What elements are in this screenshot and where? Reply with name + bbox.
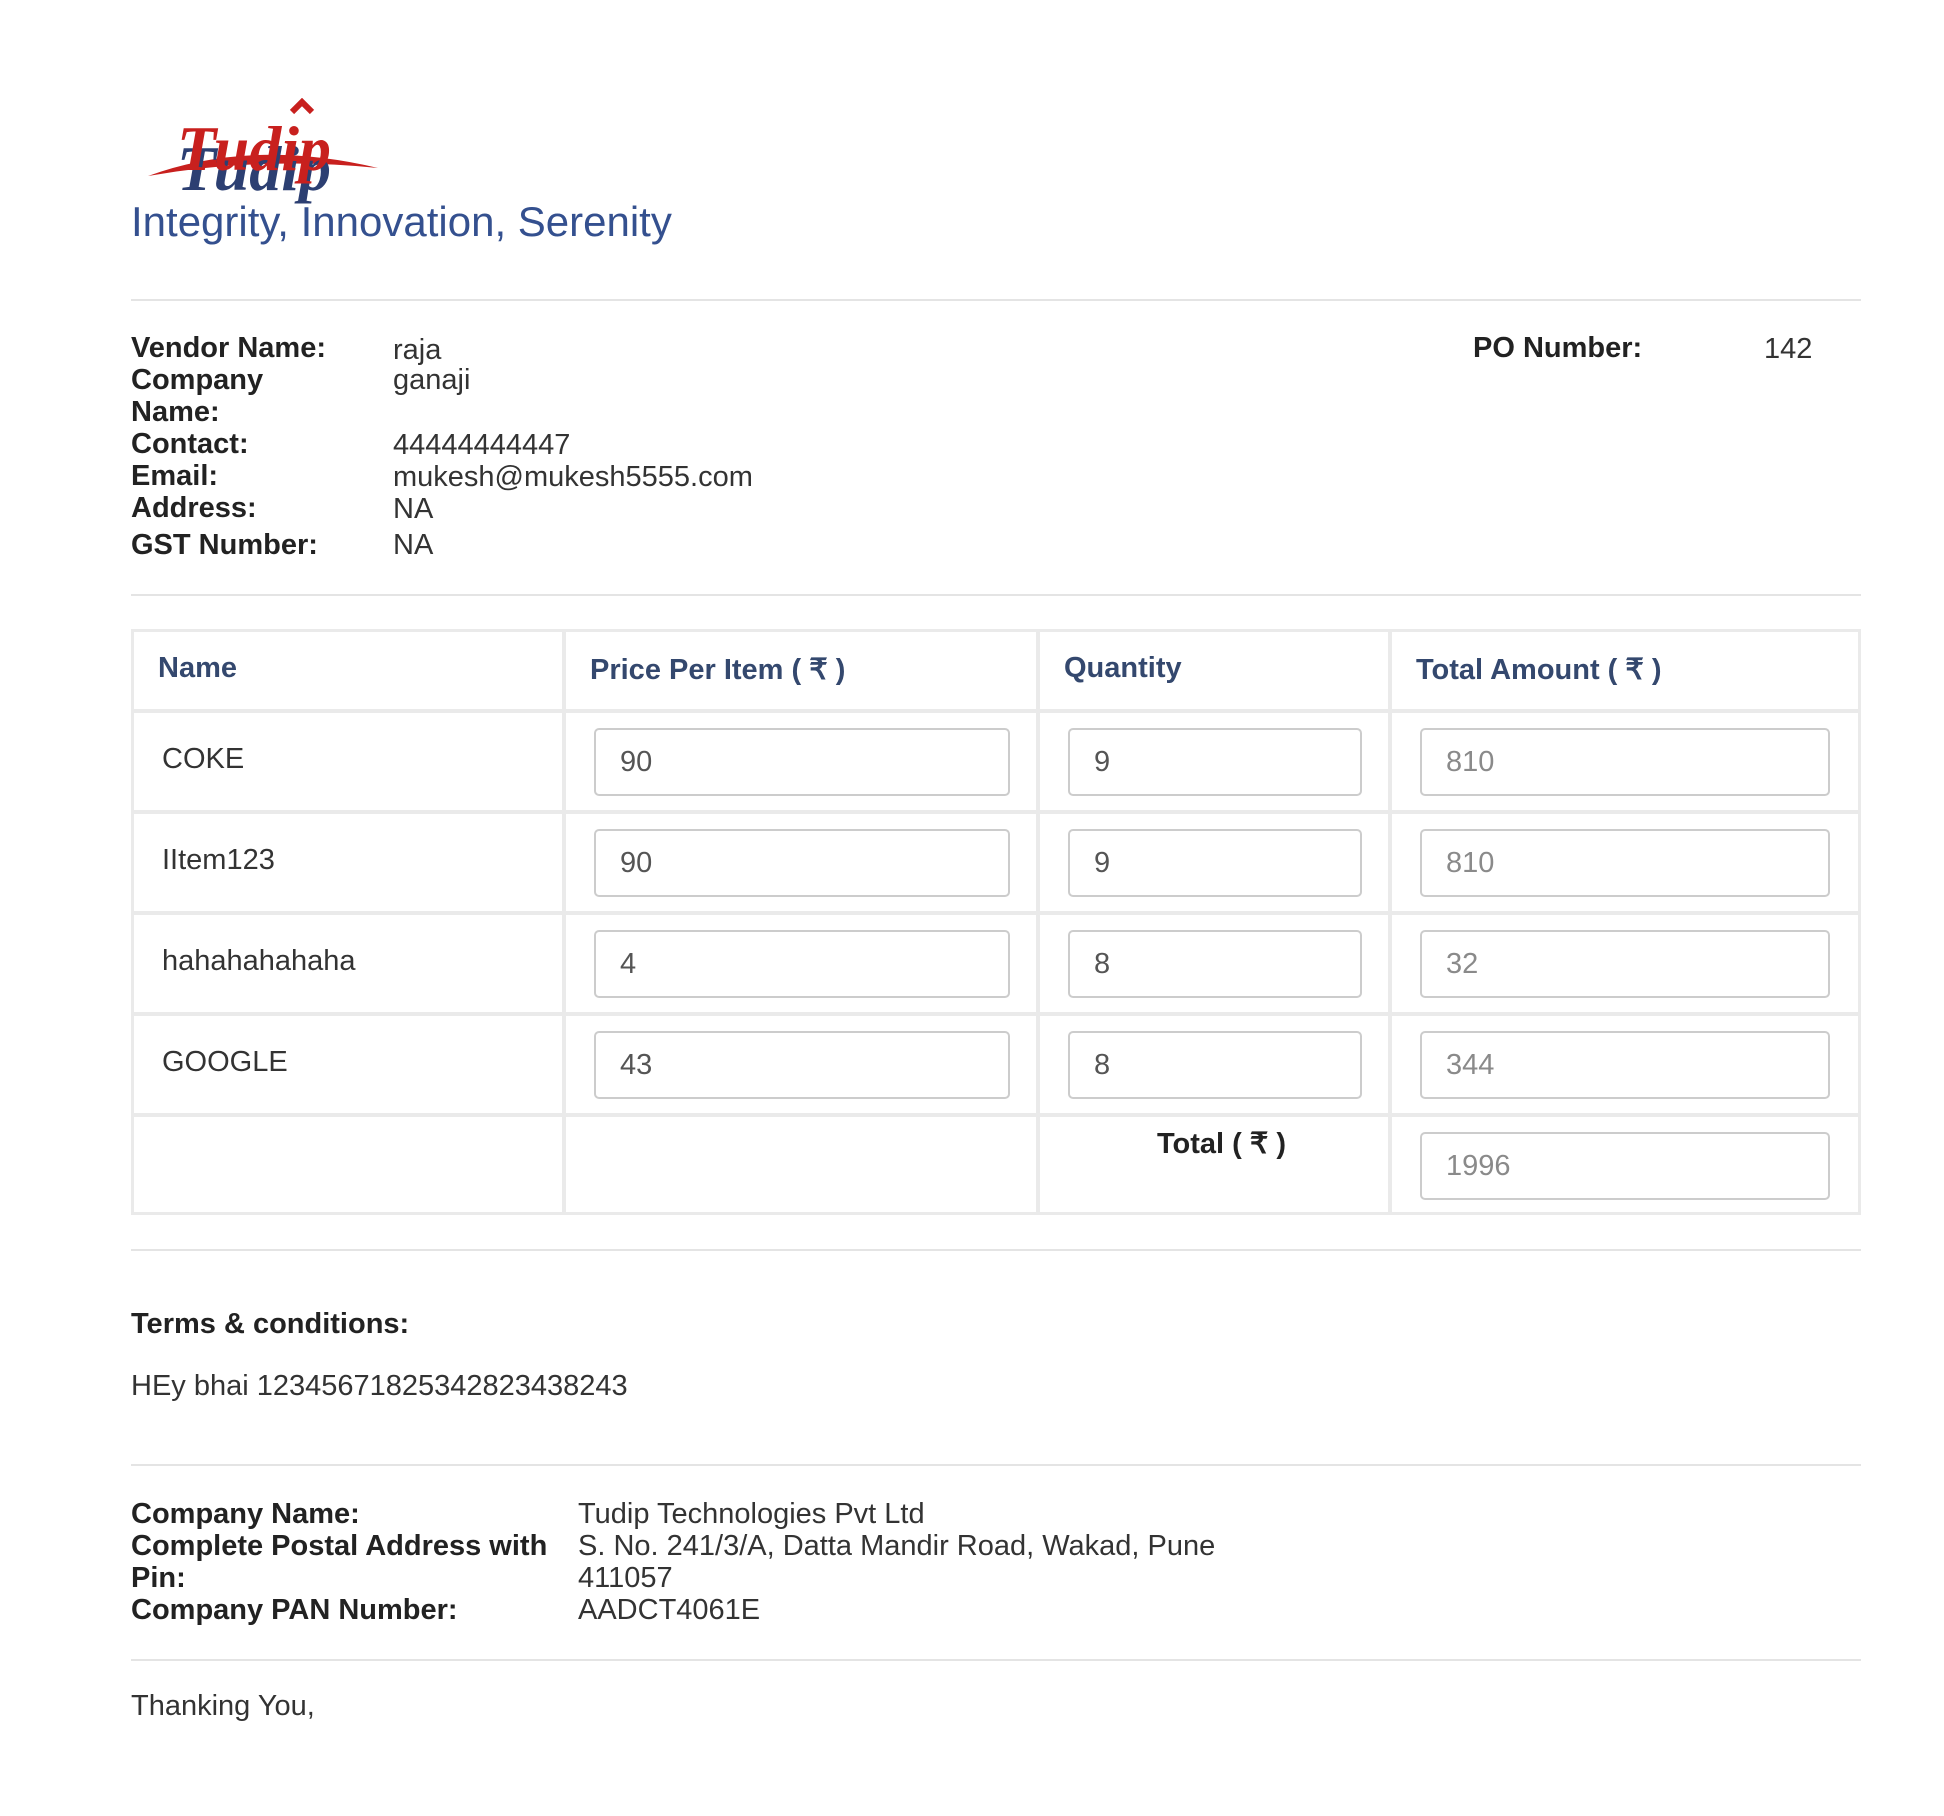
divider (131, 1464, 1861, 1466)
table-row-divider (131, 1012, 1861, 1016)
svg-text:Tudip: Tudip (177, 113, 331, 184)
address-value: NA (393, 493, 434, 525)
address-label: Address: (131, 492, 257, 524)
table-column-divider (562, 629, 566, 1215)
item-name: hahahahahaha (162, 945, 356, 977)
table-row-divider (131, 709, 1861, 713)
column-header-total-amount: Total Amount ( ₹ ) (1416, 654, 1662, 686)
items-table (131, 629, 1861, 1215)
company-pan-label: Company PAN Number: (131, 1594, 458, 1626)
total-amount-field (1420, 829, 1830, 897)
price-per-item-input[interactable] (594, 829, 1010, 897)
email-value: mukesh@mukesh5555.com (393, 461, 753, 493)
company-pan-value: AADCT4061E (578, 1594, 761, 1626)
item-name: IItem123 (162, 844, 275, 876)
company-name-label-line2: Name: (131, 396, 220, 428)
table-row-divider (131, 911, 1861, 915)
total-amount-field (1420, 1031, 1830, 1099)
contact-value: 44444444447 (393, 429, 571, 461)
price-per-item-input[interactable] (594, 1031, 1010, 1099)
item-name: GOOGLE (162, 1046, 288, 1078)
column-header-price: Price Per Item ( ₹ ) (590, 654, 846, 686)
total-amount-field (1420, 930, 1830, 998)
table-row-divider (131, 810, 1861, 814)
table-column-divider (1036, 629, 1040, 1215)
vendor-name-value: raja (393, 334, 442, 366)
grand-total-field (1420, 1132, 1830, 1200)
divider (131, 594, 1861, 596)
po-number-value: 142 (1764, 333, 1813, 365)
company-name-value: Tudip Technologies Pvt Ltd (578, 1498, 925, 1530)
purchase-order-page: Tudip Tudip Integrity, Innovation, Seren… (0, 0, 1944, 1816)
terms-heading: Terms & conditions: (131, 1308, 410, 1340)
company-tagline: Integrity, Innovation, Serenity (131, 198, 672, 245)
closing-text: Thanking You, (131, 1690, 315, 1722)
postal-address-label-line2: Pin: (131, 1562, 186, 1594)
gst-number-value: NA (393, 529, 434, 561)
company-name-label: Company Name: (131, 1498, 360, 1530)
tudip-logo: Tudip Tudip (148, 98, 378, 204)
postal-address-value-line2: 411057 (578, 1562, 673, 1594)
column-header-quantity: Quantity (1064, 652, 1182, 684)
price-per-item-input[interactable] (594, 728, 1010, 796)
divider (131, 1249, 1861, 1251)
divider (131, 1659, 1861, 1661)
price-per-item-input[interactable] (594, 930, 1010, 998)
company-name-label-line1: Company (131, 364, 264, 396)
terms-text: HEy bhai 12345671825342823438243 (131, 1370, 628, 1402)
po-number-label: PO Number: (1473, 332, 1643, 364)
postal-address-label-line1: Complete Postal Address with (131, 1530, 548, 1562)
quantity-input[interactable] (1068, 829, 1362, 897)
gst-number-label: GST Number: (131, 529, 318, 561)
postal-address-value-line1: S. No. 241/3/A, Datta Mandir Road, Wakad… (578, 1530, 1216, 1562)
contact-label: Contact: (131, 428, 249, 460)
company-name-value: ganaji (393, 364, 471, 396)
grand-total-label: Total ( ₹ ) (1157, 1128, 1287, 1160)
item-name: COKE (162, 743, 245, 775)
total-amount-field (1420, 728, 1830, 796)
table-column-divider (1388, 629, 1392, 1215)
vendor-name-label: Vendor Name: (131, 332, 326, 364)
email-label: Email: (131, 460, 219, 492)
quantity-input[interactable] (1068, 1031, 1362, 1099)
quantity-input[interactable] (1068, 728, 1362, 796)
table-row-divider (131, 1113, 1861, 1117)
divider (131, 299, 1861, 301)
column-header-name: Name (158, 652, 237, 684)
quantity-input[interactable] (1068, 930, 1362, 998)
